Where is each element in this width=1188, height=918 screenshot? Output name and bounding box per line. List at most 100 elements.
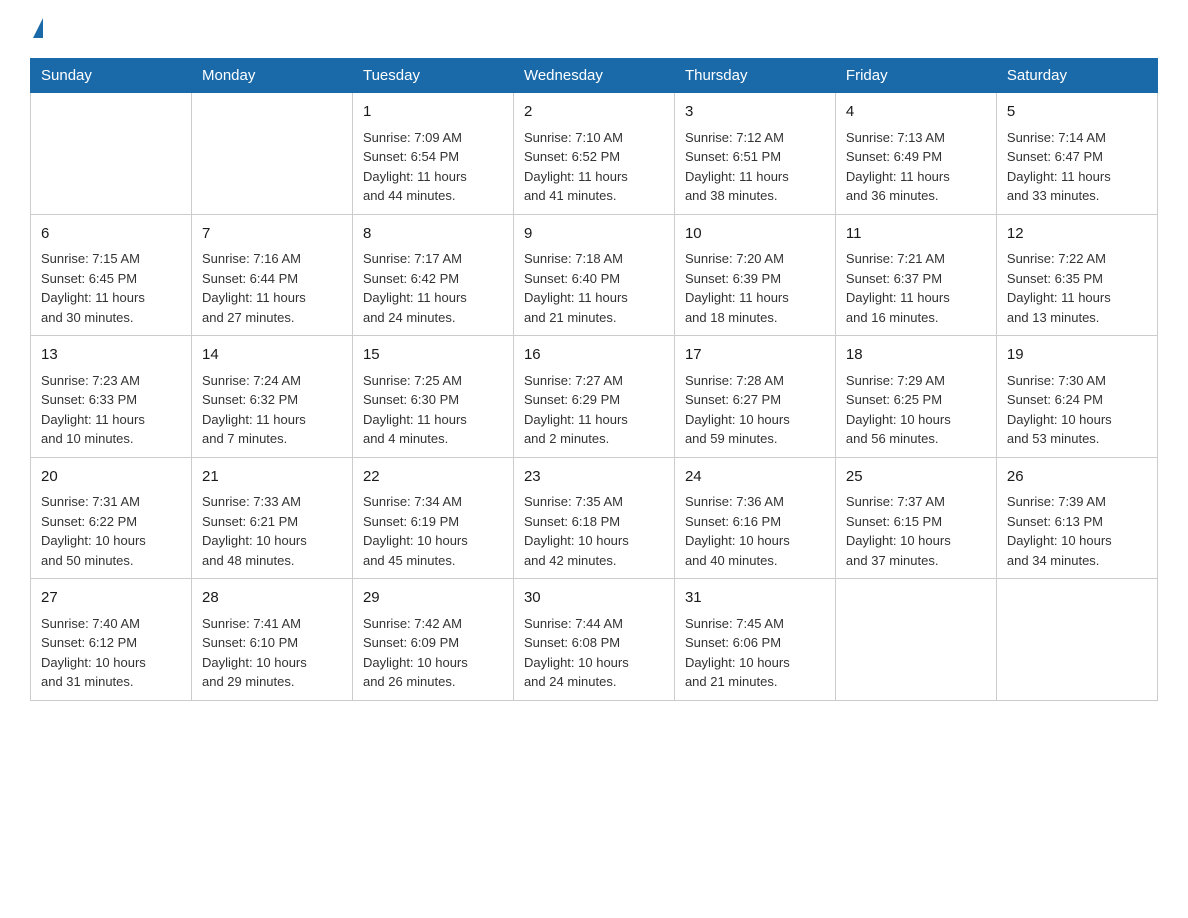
calendar-cell: 21 Sunrise: 7:33 AMSunset: 6:21 PMDayligh… [191,457,352,579]
calendar-cell [996,579,1157,701]
weekday-header-tuesday: Tuesday [352,59,513,93]
calendar-cell: 20 Sunrise: 7:31 AMSunset: 6:22 PMDayligh… [31,457,192,579]
calendar-week-4: 20 Sunrise: 7:31 AMSunset: 6:22 PMDayligh… [31,457,1158,579]
day-info: Sunrise: 7:44 AMSunset: 6:08 PMDaylight:… [524,614,664,692]
day-number: 15 [363,344,503,367]
day-number: 11 [846,223,986,246]
calendar-cell: 31 Sunrise: 7:45 AMSunset: 6:06 PMDayligh… [674,579,835,701]
day-info: Sunrise: 7:39 AMSunset: 6:13 PMDaylight:… [1007,492,1147,570]
day-number: 30 [524,587,664,610]
calendar-week-2: 6 Sunrise: 7:15 AMSunset: 6:45 PMDaylight… [31,214,1158,336]
day-number: 19 [1007,344,1147,367]
day-number: 20 [41,466,181,489]
logo-triangle-icon [33,18,43,38]
calendar-cell: 30 Sunrise: 7:44 AMSunset: 6:08 PMDayligh… [513,579,674,701]
calendar-cell: 19Sunrise: 7:30 AMSunset: 6:24 PMDayligh… [996,336,1157,458]
page-header [30,20,1158,40]
day-number: 8 [363,223,503,246]
day-number: 3 [685,101,825,124]
calendar-cell: 9 Sunrise: 7:18 AMSunset: 6:40 PMDaylight… [513,214,674,336]
day-info: Sunrise: 7:41 AMSunset: 6:10 PMDaylight:… [202,614,342,692]
calendar-cell: 6 Sunrise: 7:15 AMSunset: 6:45 PMDaylight… [31,214,192,336]
calendar-cell: 15 Sunrise: 7:25 AMSunset: 6:30 PMDayligh… [352,336,513,458]
day-info: Sunrise: 7:29 AMSunset: 6:25 PMDaylight:… [846,371,986,449]
calendar-cell: 18 Sunrise: 7:29 AMSunset: 6:25 PMDayligh… [835,336,996,458]
calendar-cell: 11 Sunrise: 7:21 AMSunset: 6:37 PMDayligh… [835,214,996,336]
day-number: 6 [41,223,181,246]
weekday-header-saturday: Saturday [996,59,1157,93]
calendar-cell: 7Sunrise: 7:16 AMSunset: 6:44 PMDaylight… [191,214,352,336]
day-info: Sunrise: 7:15 AMSunset: 6:45 PMDaylight:… [41,249,181,327]
calendar-cell: 24 Sunrise: 7:36 AMSunset: 6:16 PMDayligh… [674,457,835,579]
day-number: 21 [202,466,342,489]
day-number: 5 [1007,101,1147,124]
day-number: 24 [685,466,825,489]
day-number: 26 [1007,466,1147,489]
day-number: 10 [685,223,825,246]
day-info: Sunrise: 7:10 AMSunset: 6:52 PMDaylight:… [524,128,664,206]
day-number: 25 [846,466,986,489]
day-number: 12 [1007,223,1147,246]
calendar-table: SundayMondayTuesdayWednesdayThursdayFrid… [30,58,1158,701]
calendar-week-5: 27Sunrise: 7:40 AMSunset: 6:12 PMDayligh… [31,579,1158,701]
day-number: 18 [846,344,986,367]
calendar-cell: 12 Sunrise: 7:22 AMSunset: 6:35 PMDayligh… [996,214,1157,336]
day-number: 31 [685,587,825,610]
calendar-cell: 26 Sunrise: 7:39 AMSunset: 6:13 PMDayligh… [996,457,1157,579]
calendar-cell: 22 Sunrise: 7:34 AMSunset: 6:19 PMDayligh… [352,457,513,579]
day-number: 14 [202,344,342,367]
day-info: Sunrise: 7:34 AMSunset: 6:19 PMDaylight:… [363,492,503,570]
weekday-header-wednesday: Wednesday [513,59,674,93]
day-info: Sunrise: 7:20 AMSunset: 6:39 PMDaylight:… [685,249,825,327]
day-number: 13 [41,344,181,367]
weekday-header-monday: Monday [191,59,352,93]
day-number: 22 [363,466,503,489]
calendar-cell: 29Sunrise: 7:42 AMSunset: 6:09 PMDayligh… [352,579,513,701]
day-info: Sunrise: 7:23 AMSunset: 6:33 PMDaylight:… [41,371,181,449]
calendar-cell: 1Sunrise: 7:09 AMSunset: 6:54 PMDaylight… [352,93,513,215]
calendar-cell: 27Sunrise: 7:40 AMSunset: 6:12 PMDayligh… [31,579,192,701]
day-info: Sunrise: 7:35 AMSunset: 6:18 PMDaylight:… [524,492,664,570]
calendar-cell: 17 Sunrise: 7:28 AMSunset: 6:27 PMDayligh… [674,336,835,458]
day-info: Sunrise: 7:16 AMSunset: 6:44 PMDaylight:… [202,249,342,327]
weekday-header-thursday: Thursday [674,59,835,93]
day-number: 28 [202,587,342,610]
day-info: Sunrise: 7:22 AMSunset: 6:35 PMDaylight:… [1007,249,1147,327]
calendar-week-1: 1Sunrise: 7:09 AMSunset: 6:54 PMDaylight… [31,93,1158,215]
day-info: Sunrise: 7:25 AMSunset: 6:30 PMDaylight:… [363,371,503,449]
day-info: Sunrise: 7:33 AMSunset: 6:21 PMDaylight:… [202,492,342,570]
day-number: 2 [524,101,664,124]
day-info: Sunrise: 7:18 AMSunset: 6:40 PMDaylight:… [524,249,664,327]
day-info: Sunrise: 7:21 AMSunset: 6:37 PMDaylight:… [846,249,986,327]
weekday-header-friday: Friday [835,59,996,93]
calendar-week-3: 13 Sunrise: 7:23 AMSunset: 6:33 PMDayligh… [31,336,1158,458]
calendar-cell: 16 Sunrise: 7:27 AMSunset: 6:29 PMDayligh… [513,336,674,458]
calendar-cell: 25Sunrise: 7:37 AMSunset: 6:15 PMDayligh… [835,457,996,579]
weekday-header-row: SundayMondayTuesdayWednesdayThursdayFrid… [31,59,1158,93]
calendar-cell: 4 Sunrise: 7:13 AMSunset: 6:49 PMDaylight… [835,93,996,215]
day-info: Sunrise: 7:28 AMSunset: 6:27 PMDaylight:… [685,371,825,449]
day-info: Sunrise: 7:17 AMSunset: 6:42 PMDaylight:… [363,249,503,327]
day-info: Sunrise: 7:45 AMSunset: 6:06 PMDaylight:… [685,614,825,692]
day-info: Sunrise: 7:12 AMSunset: 6:51 PMDaylight:… [685,128,825,206]
day-number: 1 [363,101,503,124]
logo [30,20,43,40]
day-info: Sunrise: 7:13 AMSunset: 6:49 PMDaylight:… [846,128,986,206]
day-number: 4 [846,101,986,124]
day-number: 27 [41,587,181,610]
day-info: Sunrise: 7:24 AMSunset: 6:32 PMDaylight:… [202,371,342,449]
weekday-header-sunday: Sunday [31,59,192,93]
calendar-cell: 10 Sunrise: 7:20 AMSunset: 6:39 PMDayligh… [674,214,835,336]
day-number: 16 [524,344,664,367]
calendar-cell: 28 Sunrise: 7:41 AMSunset: 6:10 PMDayligh… [191,579,352,701]
day-info: Sunrise: 7:36 AMSunset: 6:16 PMDaylight:… [685,492,825,570]
day-number: 17 [685,344,825,367]
day-info: Sunrise: 7:14 AMSunset: 6:47 PMDaylight:… [1007,128,1147,206]
calendar-cell: 13 Sunrise: 7:23 AMSunset: 6:33 PMDayligh… [31,336,192,458]
day-number: 9 [524,223,664,246]
day-info: Sunrise: 7:27 AMSunset: 6:29 PMDaylight:… [524,371,664,449]
calendar-cell: 23Sunrise: 7:35 AMSunset: 6:18 PMDayligh… [513,457,674,579]
day-info: Sunrise: 7:31 AMSunset: 6:22 PMDaylight:… [41,492,181,570]
calendar-cell: 8 Sunrise: 7:17 AMSunset: 6:42 PMDaylight… [352,214,513,336]
calendar-cell [835,579,996,701]
